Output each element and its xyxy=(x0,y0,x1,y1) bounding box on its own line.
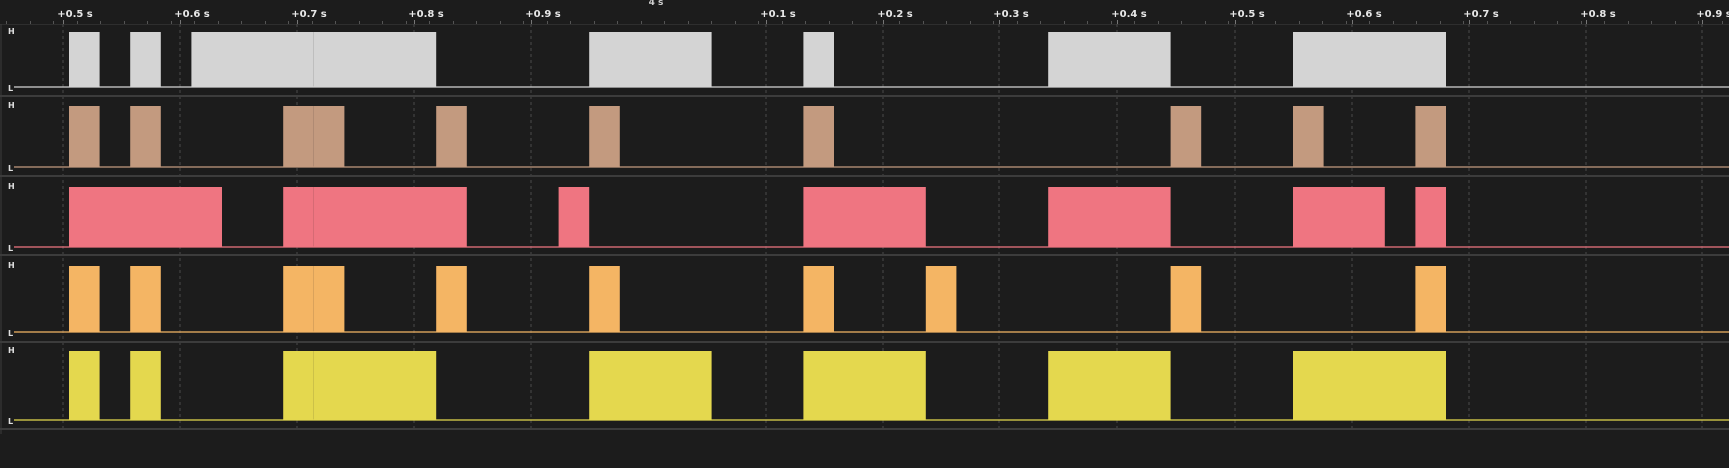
signal-pulse xyxy=(313,32,437,87)
signal-pulse xyxy=(803,187,926,247)
signal-pulse xyxy=(436,106,467,167)
ruler-tick-label: +0.6 s xyxy=(174,9,210,20)
signal-pulse xyxy=(803,351,926,420)
signal-pulse xyxy=(130,266,161,332)
signal-pulse xyxy=(283,266,314,332)
signal-pulse xyxy=(803,32,834,87)
level-low-label: L xyxy=(8,244,13,253)
signal-pulse xyxy=(803,266,834,332)
signal-pulse xyxy=(589,266,620,332)
signal-pulse xyxy=(69,32,100,87)
signal-pulse xyxy=(589,351,712,420)
signal-pulse xyxy=(589,32,712,87)
signal-pulse xyxy=(1293,106,1324,167)
signal-pulse xyxy=(191,32,314,87)
ruler-tick-label: +0.9 s xyxy=(1696,9,1729,20)
level-high-label: H xyxy=(8,182,15,191)
signal-pulse xyxy=(925,266,957,332)
signal-pulse xyxy=(1170,106,1202,167)
signal-pulse xyxy=(436,266,467,332)
ruler-tick-label: +0.7 s xyxy=(291,9,327,20)
level-high-label: H xyxy=(8,346,15,355)
signal-pulse xyxy=(313,187,467,247)
signal-pulse xyxy=(283,187,314,247)
signal-pulse xyxy=(69,187,222,247)
signal-pulse xyxy=(558,187,590,247)
ruler-tick-label: +0.8 s xyxy=(1580,9,1616,20)
signal-lanes[interactable]: HLHLHLHLHL xyxy=(0,24,1729,434)
signal-pulse xyxy=(69,351,100,420)
signal-pulse xyxy=(1048,351,1171,420)
ruler-tick-label: +0.3 s xyxy=(993,9,1029,20)
level-low-label: L xyxy=(8,164,13,173)
channel-1[interactable]: HL xyxy=(0,27,1729,97)
level-low-label: L xyxy=(8,329,13,338)
signal-pulse xyxy=(313,106,345,167)
signal-pulse xyxy=(1048,32,1171,87)
channel-4[interactable]: HL xyxy=(0,261,1729,343)
signal-pulse xyxy=(313,266,345,332)
level-high-label: H xyxy=(8,261,15,270)
signal-pulse xyxy=(1048,187,1171,247)
ruler-tick-label: +0.5 s xyxy=(57,9,93,20)
signal-pulse xyxy=(589,106,620,167)
signal-pulse xyxy=(283,106,314,167)
level-high-label: H xyxy=(8,27,15,36)
ruler-tick-label: +0.6 s xyxy=(1346,9,1382,20)
signal-pulse xyxy=(130,32,161,87)
ruler-tick-label: +0.5 s xyxy=(1229,9,1265,20)
channel-2[interactable]: HL xyxy=(0,101,1729,177)
channel-3[interactable]: HL xyxy=(0,182,1729,256)
ruler-tick-label: +0.7 s xyxy=(1463,9,1499,20)
signal-pulse xyxy=(313,351,437,420)
signal-pulse xyxy=(130,351,161,420)
signal-pulse xyxy=(69,106,100,167)
signal-pulse xyxy=(1293,32,1446,87)
signal-pulse xyxy=(803,106,834,167)
channel-5[interactable]: HL xyxy=(0,346,1729,430)
signal-pulse xyxy=(283,351,314,420)
signal-pulse xyxy=(69,266,100,332)
signal-pulse xyxy=(1415,266,1446,332)
ruler-tick-label: +0.1 s xyxy=(760,9,796,20)
ruler-tick-label: +0.9 s xyxy=(525,9,561,20)
ruler-tick-label: +0.4 s xyxy=(1111,9,1147,20)
level-high-label: H xyxy=(8,101,15,110)
ruler-tick-label: +0.8 s xyxy=(408,9,444,20)
signal-pulse xyxy=(1415,187,1446,247)
ruler-tick-label: +0.2 s xyxy=(877,9,913,20)
ruler-center-label: 4 s xyxy=(648,0,664,8)
signal-pulse xyxy=(1293,351,1446,420)
signal-pulse xyxy=(1415,106,1446,167)
signal-pulse xyxy=(1293,187,1385,247)
signal-pulse xyxy=(130,106,161,167)
signal-pulse xyxy=(1170,266,1202,332)
level-low-label: L xyxy=(8,417,13,426)
level-low-label: L xyxy=(8,84,13,93)
time-ruler[interactable]: 4 s +0.5 s +0.6 s +0.7 s +0.8 s +0.9 s +0.1 s… xyxy=(0,0,1729,25)
